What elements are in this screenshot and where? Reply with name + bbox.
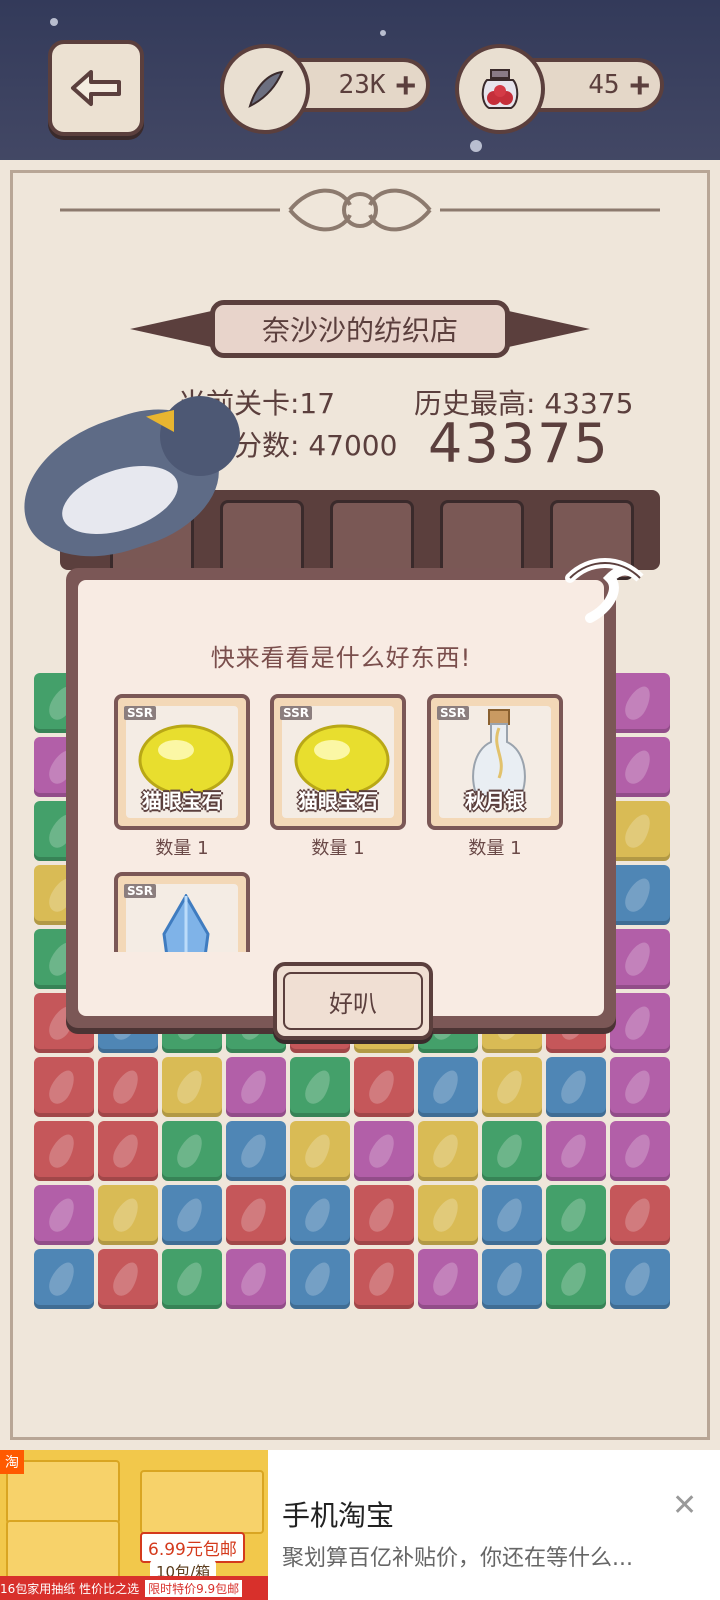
shop-title-plaque: 奈沙沙的纺织店 [210,300,510,358]
puzzle-tile[interactable] [482,1249,542,1309]
puzzle-tile[interactable] [610,1121,670,1181]
puzzle-tile[interactable] [610,1057,670,1117]
reward-items-viewport[interactable]: SSR 猫眼宝石 数量 1 SSR 猫眼宝石 数量 1 SSR 秋月银 数量 1… [78,580,604,952]
snow-dot [470,140,482,152]
puzzle-tile[interactable] [98,1185,158,1245]
puzzle-tile[interactable] [162,1057,222,1117]
taobao-logo-icon: 淘 [0,1450,24,1474]
reward-item-name: 猫眼宝石 [298,789,378,813]
puzzle-tile[interactable] [418,1121,478,1181]
puzzle-tile[interactable] [34,1185,94,1245]
back-button[interactable] [48,40,144,136]
ornament-icon [60,188,660,232]
reward-item[interactable]: SSR 猫眼宝石 数量 1 [114,694,250,860]
puzzle-tile[interactable] [418,1185,478,1245]
puzzle-tile[interactable] [98,1121,158,1181]
puzzle-tile[interactable] [162,1185,222,1245]
feather-currency-value: 23K [338,70,386,100]
reward-card: SSR 猫眼宝石 [114,694,250,830]
ad-close-icon[interactable]: ✕ [672,1488,697,1523]
puzzle-tile[interactable] [610,673,670,733]
puzzle-tile[interactable] [162,1121,222,1181]
puzzle-tile[interactable] [290,1249,350,1309]
tissue-pack-image [6,1520,120,1584]
puzzle-tile[interactable] [482,1185,542,1245]
ad-promo-left: 16包家用抽纸 性价比之选 [0,1581,140,1596]
top-bar: 23K + 45 + [0,0,720,165]
ad-title: 手机淘宝 [282,1499,395,1532]
puzzle-tile[interactable] [226,1057,286,1117]
puzzle-tile[interactable] [34,1249,94,1309]
puzzle-tile[interactable] [546,1249,606,1309]
reward-card: SSR 秋月银 [427,694,563,830]
reward-item[interactable]: SSR [114,872,250,952]
ad-product-image[interactable]: 6.99元包邮 10包/箱 淘 16包家用抽纸 性价比之选 限时特价9.9包邮 [0,1450,268,1600]
current-score: 43375 [428,412,610,475]
ad-description: 聚划算百亿补贴价，你还在等什么... [282,1546,633,1571]
puzzle-tile[interactable] [354,1121,414,1181]
ssr-badge: SSR [124,884,156,898]
feather-icon [220,44,310,134]
puzzle-tile[interactable] [610,1249,670,1309]
puzzle-tile[interactable] [98,1057,158,1117]
puzzle-tile[interactable] [34,1057,94,1117]
puzzle-tile[interactable] [546,1057,606,1117]
puzzle-tile[interactable] [610,801,670,861]
puzzle-tile[interactable] [98,1249,158,1309]
magpie-mascot-head [160,396,240,476]
puzzle-tile[interactable] [226,1121,286,1181]
puzzle-tile[interactable] [34,1121,94,1181]
ad-banner[interactable]: 6.99元包邮 10包/箱 淘 16包家用抽纸 性价比之选 限时特价9.9包邮 … [0,1450,720,1600]
puzzle-tile[interactable] [610,929,670,989]
puzzle-tile[interactable] [610,865,670,925]
puzzle-tile[interactable] [546,1185,606,1245]
reward-dialog-panel: 快来看看是什么好东西! SSR 猫眼宝石 数量 1 SSR 猫眼宝石 数量 1 … [78,580,604,1016]
puzzle-tile[interactable] [418,1057,478,1117]
back-arrow-icon [71,70,121,106]
reward-item-quantity: 数量 1 [311,838,365,859]
reward-card: SSR [114,872,250,952]
puzzle-tile[interactable] [610,1185,670,1245]
puzzle-tile[interactable] [418,1249,478,1309]
ssr-badge: SSR [280,706,312,720]
feather-plus-button[interactable]: + [396,65,416,105]
puzzle-tile[interactable] [226,1249,286,1309]
ok-button[interactable]: 好叭 [273,962,433,1040]
puzzle-tile[interactable] [290,1121,350,1181]
shop-title: 奈沙沙的纺织店 [261,314,458,347]
puzzle-tile[interactable] [290,1185,350,1245]
puzzle-tile[interactable] [162,1249,222,1309]
puzzle-tile[interactable] [354,1185,414,1245]
puzzle-tile[interactable] [482,1057,542,1117]
potion-plus-button[interactable]: + [630,65,650,105]
ad-price-tag: 6.99元包邮 [140,1532,245,1563]
blue-crystal-icon [162,894,210,952]
ad-promo-right: 限时特价9.9包邮 [145,1579,243,1597]
reward-item-quantity: 数量 1 [468,838,522,859]
reward-item-name: 秋月银 [465,789,525,813]
snow-dot [380,30,386,36]
reward-item[interactable]: SSR 猫眼宝石 数量 1 [270,694,406,860]
puzzle-tile[interactable] [290,1057,350,1117]
puzzle-tile[interactable] [610,993,670,1053]
ribbon-ornament-icon [565,558,644,623]
puzzle-tile[interactable] [610,737,670,797]
snow-dot [50,18,58,26]
puzzle-tile[interactable] [546,1121,606,1181]
potion-jar-icon [455,44,545,134]
potion-currency-value: 45 [588,70,620,100]
reward-item-name: 猫眼宝石 [142,789,222,813]
reward-item-quantity: 数量 1 [155,838,209,859]
ad-promo-strip: 16包家用抽纸 性价比之选 限时特价9.9包邮 [0,1576,268,1600]
reward-card: SSR 猫眼宝石 [270,694,406,830]
puzzle-tile[interactable] [226,1185,286,1245]
tissue-pack-image [140,1470,264,1534]
puzzle-tile[interactable] [482,1121,542,1181]
reward-dialog: 快来看看是什么好东西! SSR 猫眼宝石 数量 1 SSR 猫眼宝石 数量 1 … [66,568,616,1028]
puzzle-tile[interactable] [354,1057,414,1117]
reward-item[interactable]: SSR 秋月银 数量 1 [427,694,563,860]
puzzle-tile[interactable] [354,1249,414,1309]
ssr-badge: SSR [124,706,156,720]
